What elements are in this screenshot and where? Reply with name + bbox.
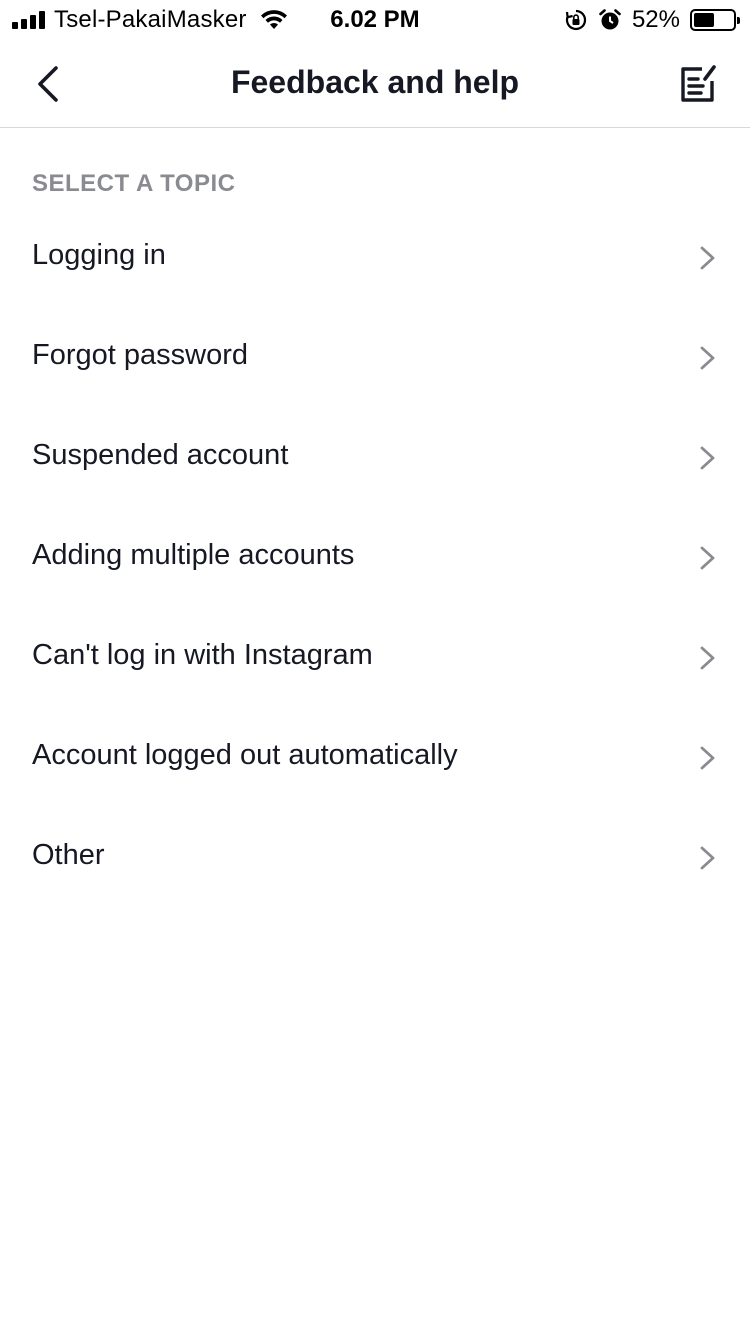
page-title: Feedback and help	[230, 64, 520, 100]
topic-label: Forgot password	[32, 339, 248, 371]
status-bar: Tsel-PakaiMasker 6.02 PM 52%	[0, 0, 750, 40]
chevron-left-icon	[38, 66, 58, 102]
topic-item-forgot-password[interactable]: Forgot password	[0, 307, 750, 407]
compose-report-icon	[681, 65, 716, 102]
topic-label: Account logged out automatically	[32, 739, 458, 771]
section-header: SELECT A TOPIC	[32, 170, 236, 197]
chevron-right-icon	[700, 646, 715, 670]
topic-label: Suspended account	[32, 439, 289, 471]
chevron-right-icon	[700, 446, 715, 470]
wifi-icon	[260, 10, 287, 29]
topic-list: Logging in Forgot password Suspended acc…	[0, 207, 750, 907]
rotation-lock-icon	[565, 9, 587, 31]
topic-item-other[interactable]: Other	[0, 807, 750, 907]
chevron-right-icon	[700, 546, 715, 570]
chevron-right-icon	[700, 846, 715, 870]
battery-level	[694, 13, 714, 27]
battery-icon	[690, 9, 740, 31]
topic-item-logging-in[interactable]: Logging in	[0, 207, 750, 307]
back-button[interactable]	[26, 60, 70, 108]
topic-item-adding-multiple-accounts[interactable]: Adding multiple accounts	[0, 507, 750, 607]
battery-percent: 52%	[631, 6, 680, 33]
chevron-right-icon	[700, 346, 715, 370]
topic-label: Adding multiple accounts	[32, 539, 355, 571]
topic-item-cant-log-in-instagram[interactable]: Can't log in with Instagram	[0, 607, 750, 707]
chevron-right-icon	[700, 746, 715, 770]
topic-label: Other	[32, 839, 105, 871]
compose-report-button[interactable]	[676, 62, 720, 106]
status-left: Tsel-PakaiMasker	[12, 6, 289, 34]
nav-bar: Feedback and help	[0, 40, 750, 128]
status-right: 52%	[564, 6, 740, 34]
topic-label: Logging in	[32, 239, 166, 271]
topic-label: Can't log in with Instagram	[32, 639, 373, 671]
alarm-icon	[599, 9, 621, 30]
chevron-right-icon	[700, 246, 715, 270]
topic-item-logged-out-automatically[interactable]: Account logged out automatically	[0, 707, 750, 807]
topic-item-suspended-account[interactable]: Suspended account	[0, 407, 750, 507]
signal-icon	[12, 11, 45, 29]
carrier-name: Tsel-PakaiMasker	[54, 6, 247, 33]
